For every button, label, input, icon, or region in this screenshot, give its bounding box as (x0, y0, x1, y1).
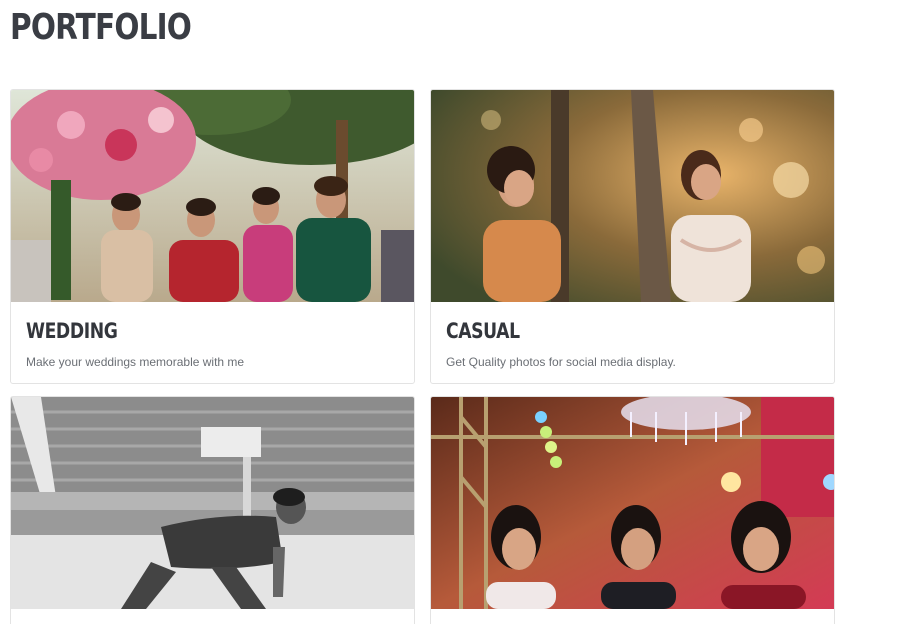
card-title: WEDDING (26, 319, 118, 343)
casual-image (431, 90, 834, 302)
card-title: CASUAL (446, 319, 520, 343)
page-title: PORTFOLIO (10, 7, 192, 48)
sports-image (11, 397, 414, 609)
portfolio-card-event[interactable] (430, 396, 835, 624)
portfolio-card-wedding[interactable]: WEDDING Make your weddings memorable wit… (10, 89, 415, 384)
wedding-image (11, 90, 414, 302)
event-image (431, 397, 834, 609)
portfolio-card-casual[interactable]: CASUAL Get Quality photos for social med… (430, 89, 835, 384)
portfolio-card-sports[interactable] (10, 396, 415, 624)
card-description: Make your weddings memorable with me (26, 355, 245, 369)
card-description: Get Quality photos for social media disp… (446, 355, 676, 369)
